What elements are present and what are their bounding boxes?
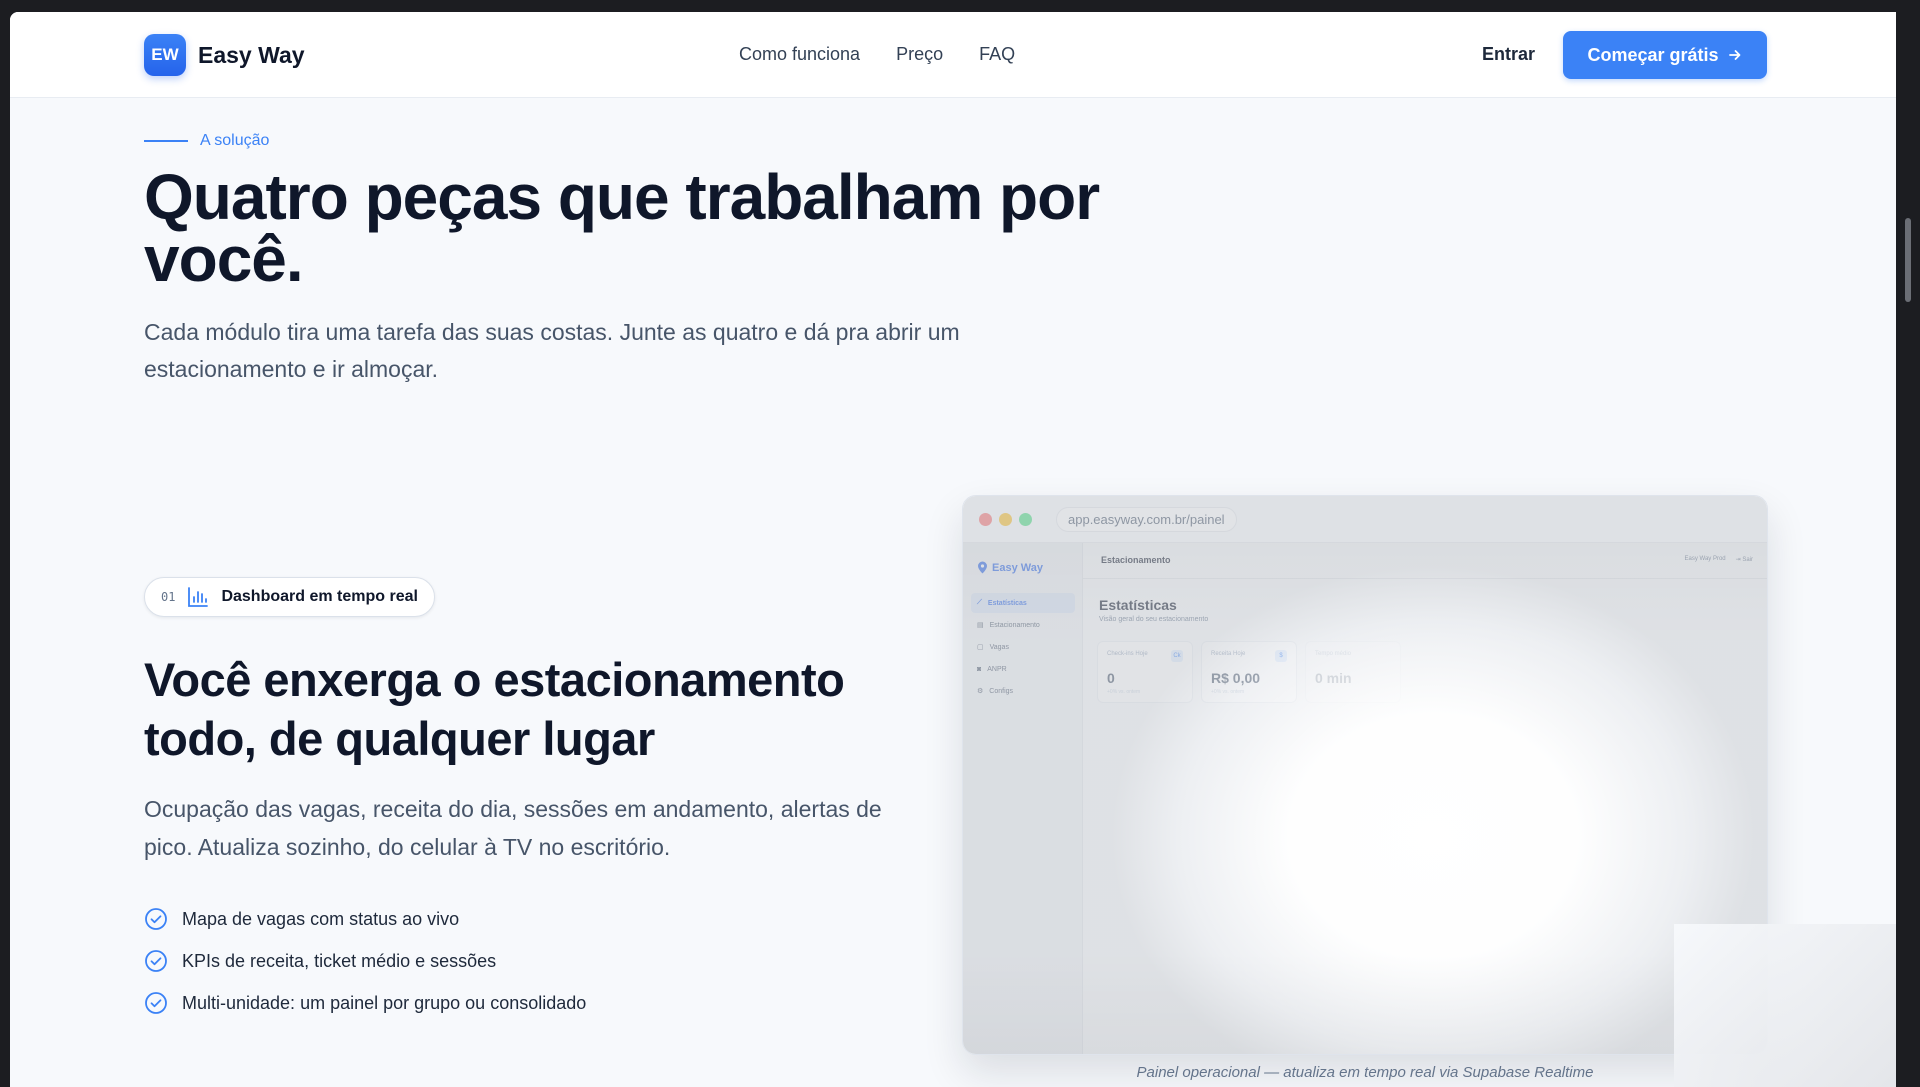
- mockup-header-title: Estacionamento: [1101, 555, 1171, 565]
- section-title: Quatro peças que trabalham por você.: [144, 161, 1100, 295]
- checklist-item: Multi-unidade: um painel por grupo ou co…: [144, 982, 586, 1024]
- kpi-delta: +0% vs. ontem: [1107, 689, 1141, 695]
- checklist-text: KPIs de receita, ticket médio e sessões: [182, 950, 497, 971]
- main-nav: Como funciona Preço FAQ: [739, 44, 1015, 65]
- scrollbar-thumb[interactable]: [1905, 218, 1911, 302]
- checklist-item: KPIs de receita, ticket médio e sessões: [144, 940, 586, 982]
- check-circle-icon: [145, 950, 167, 972]
- kpi-value: R$ 0,00: [1211, 670, 1261, 686]
- mockup-brand: Easy Way: [977, 561, 1043, 574]
- kpi-icon: $: [1275, 650, 1287, 662]
- kpi-value: 0 min: [1315, 670, 1352, 686]
- brand-name: Easy Way: [198, 41, 305, 68]
- check-circle-icon: [145, 992, 167, 1014]
- start-free-button[interactable]: Começar grátis: [1563, 31, 1767, 79]
- gear-icon: ⚙: [977, 688, 984, 695]
- camera-icon: ◙: [977, 665, 982, 673]
- mockup-org-name: Easy Way Prod: [1684, 556, 1726, 562]
- chart-line-icon: ⟋: [977, 599, 982, 606]
- dashboard-mockup: app.easyway.com.br/painel Easy Way ⟋ Est…: [962, 495, 1768, 1055]
- kpi-label: Tempo médio: [1315, 651, 1352, 657]
- mockup-nav-label: Estacionamento: [989, 621, 1040, 629]
- corner-fade-overlay: [1674, 924, 1910, 1087]
- feature-title: Você enxerga o estacionamento todo, de q…: [144, 653, 845, 765]
- eyebrow-line: [144, 140, 188, 142]
- location-pin-icon: [978, 561, 987, 574]
- nav-link-preco[interactable]: Preço: [896, 44, 943, 65]
- mockup-nav-configs: ⚙ Configs: [971, 681, 1075, 701]
- mockup-sidebar: Easy Way ⟋ Estatísticas ▤ Estacionamento…: [963, 543, 1083, 1054]
- eyebrow-text: A solução: [200, 132, 270, 149]
- section-subtitle: Cada módulo tira uma tarefa das suas cos…: [144, 319, 960, 382]
- kpi-icon: Ck: [1171, 650, 1183, 662]
- mockup-caption: Painel operacional — atualiza em tempo r…: [1136, 1064, 1594, 1081]
- mockup-nav-label: ANPR: [987, 665, 1007, 673]
- kpi-delta: +0% vs. ontem: [1211, 689, 1245, 695]
- window-maximize-dot: [1019, 513, 1032, 526]
- browser-page: EW Easy Way Como funciona Preço FAQ Entr…: [10, 12, 1910, 1087]
- mockup-main: Estacionamento Easy Way Prod ⇥ Sair Esta…: [1083, 543, 1767, 1054]
- mockup-header-right: Easy Way Prod ⇥ Sair: [1685, 556, 1754, 563]
- brand-logo: EW: [144, 34, 186, 76]
- kpi-value: 0: [1107, 670, 1115, 686]
- mockup-nav-vagas: ▢ Vagas: [971, 637, 1075, 657]
- section-eyebrow: A solução: [144, 132, 269, 150]
- nav-link-faq[interactable]: FAQ: [979, 44, 1015, 65]
- feature-number: 01: [161, 590, 176, 604]
- kpi-label: Check-ins Hoje: [1107, 651, 1148, 657]
- mockup-logout-label: Sair: [1742, 557, 1753, 563]
- bar-chart-icon: [188, 587, 209, 607]
- kpi-card: Receita Hoje $ R$ 0,00 +0% vs. ontem: [1201, 641, 1297, 703]
- map-icon: ▢: [977, 644, 984, 651]
- mockup-page-subtitle: Visão geral do seu estacionamento: [1099, 616, 1209, 623]
- start-free-label: Começar grátis: [1587, 44, 1719, 65]
- mockup-nav-label: Estatísticas: [987, 599, 1027, 607]
- feature-badge: 01 Dashboard em tempo real: [144, 577, 435, 617]
- mockup-brand-name: Easy Way: [992, 561, 1043, 574]
- window-minimize-dot: [999, 513, 1012, 526]
- mockup-page-title: Estatísticas: [1099, 597, 1177, 613]
- kpi-card: Tempo médio 0 min: [1305, 641, 1401, 703]
- screen-edge-left: [0, 0, 10, 1087]
- check-circle-icon: [145, 908, 167, 930]
- checklist-text: Multi-unidade: um painel por grupo ou co…: [182, 992, 587, 1013]
- mockup-nav-label: Configs: [989, 687, 1014, 695]
- kpi-label: Receita Hoje: [1211, 651, 1246, 657]
- mockup-nav-anpr: ◙ ANPR: [971, 659, 1075, 679]
- top-navbar: EW Easy Way Como funciona Preço FAQ Entr…: [10, 12, 1910, 98]
- scrollbar-track[interactable]: [1896, 0, 1910, 1087]
- mockup-logout: ⇥ Sair: [1736, 556, 1753, 563]
- mockup-nav-label: Vagas: [989, 643, 1009, 651]
- mockup-browser-bar: app.easyway.com.br/painel: [963, 496, 1767, 543]
- window-close-dot: [979, 513, 992, 526]
- brand[interactable]: EW Easy Way: [144, 34, 305, 76]
- mockup-url: app.easyway.com.br/painel: [1056, 507, 1237, 532]
- mockup-nav-estacionamento: ▤ Estacionamento: [971, 615, 1075, 635]
- list-icon: ▤: [977, 622, 984, 629]
- mockup-nav-estatisticas: ⟋ Estatísticas: [971, 593, 1075, 613]
- nav-link-como-funciona[interactable]: Como funciona: [739, 44, 860, 65]
- feature-badge-label: Dashboard em tempo real: [221, 588, 418, 605]
- checklist-item: Mapa de vagas com status ao vivo: [144, 898, 586, 940]
- kpi-card: Check-ins Hoje Ck 0 +0% vs. ontem: [1097, 641, 1193, 703]
- login-link[interactable]: Entrar: [1482, 44, 1535, 65]
- checklist-text: Mapa de vagas com status ao vivo: [182, 908, 460, 929]
- feature-checklist: Mapa de vagas com status ao vivo KPIs de…: [144, 898, 586, 1024]
- mockup-header: Estacionamento Easy Way Prod ⇥ Sair: [1083, 543, 1767, 579]
- feature-description: Ocupação das vagas, receita do dia, sess…: [144, 796, 882, 860]
- arrow-right-icon: [1728, 50, 1740, 60]
